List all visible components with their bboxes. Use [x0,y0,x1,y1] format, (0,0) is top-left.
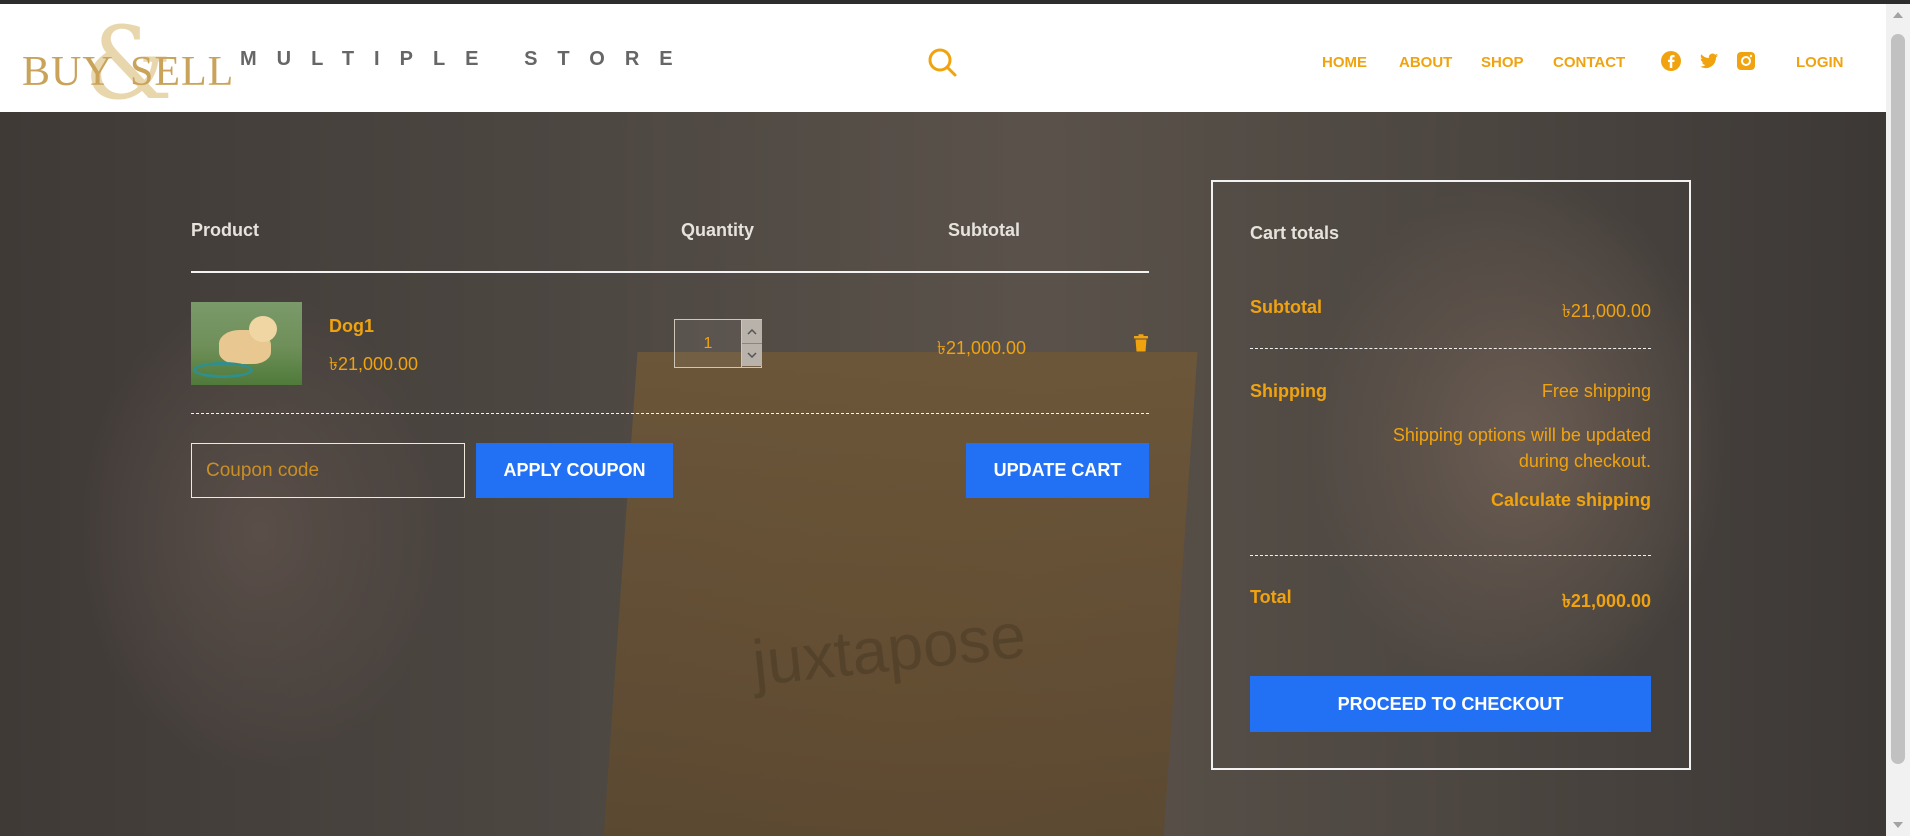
shipping-note-line-2: during checkout. [1518,451,1651,471]
nav-home[interactable]: HOME [1322,54,1367,71]
totals-divider-1 [1250,348,1651,349]
page-scrollbar[interactable] [1886,4,1910,836]
trash-icon[interactable] [1133,334,1149,352]
chevron-up-icon [747,328,757,335]
update-cart-button[interactable]: UPDATE CART [966,443,1149,498]
totals-divider-2 [1250,555,1651,556]
totals-total-value: ৳21,000.00 [1561,591,1651,611]
nav-shop[interactable]: SHOP [1481,54,1524,71]
apply-coupon-button[interactable]: APPLY COUPON [476,443,673,498]
column-header-subtotal: Subtotal [948,220,1020,240]
chevron-down-icon [747,352,757,358]
logo-word-sell: SELL [130,49,235,95]
cart-totals-title: Cart totals [1250,223,1340,243]
scrollbar-thumb[interactable] [1891,34,1905,764]
twitter-icon[interactable] [1698,50,1720,72]
product-thumbnail[interactable] [191,302,302,385]
calculate-shipping-link[interactable]: Calculate shipping [1491,490,1651,511]
quantity-decrement-button[interactable] [742,343,762,366]
nav-about[interactable]: ABOUT [1399,54,1452,71]
product-unit-price: ৳21,000.00 [329,354,419,374]
scroll-up-icon[interactable] [1893,12,1903,18]
logo-word-buy: BUY [22,49,114,95]
background-shopping-bag [602,352,1198,836]
quantity-stepper[interactable]: 1 [674,319,762,368]
totals-shipping-label: Shipping [1250,381,1327,401]
facebook-icon[interactable] [1660,50,1682,72]
site-tagline: MULTIPLE STORE [240,48,693,70]
search-icon[interactable] [926,46,958,78]
site-header: & BUY SELL MULTIPLE STORE HOME ABOUT SHO… [0,4,1886,114]
quantity-value[interactable]: 1 [675,335,741,353]
scroll-down-icon[interactable] [1893,822,1903,828]
totals-shipping-value: Free shipping [1541,381,1651,401]
shipping-note-line-1: Shipping options will be updated [1392,425,1651,445]
column-header-product: Product [191,220,260,240]
totals-subtotal-value: ৳21,000.00 [1561,301,1651,321]
instagram-icon[interactable] [1735,50,1757,72]
site-logo[interactable]: & BUY SELL [22,14,233,114]
proceed-to-checkout-button[interactable]: PROCEED TO CHECKOUT [1250,676,1651,732]
coupon-code-input[interactable] [191,443,465,498]
table-header-divider [191,271,1149,273]
nav-contact[interactable]: CONTACT [1553,54,1625,71]
login-link[interactable]: LOGIN [1796,54,1844,71]
quantity-increment-button[interactable] [742,320,762,343]
cart-row-divider [191,413,1149,414]
product-name-link[interactable]: Dog1 [329,316,374,337]
quantity-spinner [741,320,762,367]
column-header-quantity: Quantity [681,220,755,240]
totals-total-label: Total [1250,587,1292,607]
totals-subtotal-label: Subtotal [1250,297,1322,317]
line-item-subtotal: ৳21,000.00 [937,338,1027,358]
